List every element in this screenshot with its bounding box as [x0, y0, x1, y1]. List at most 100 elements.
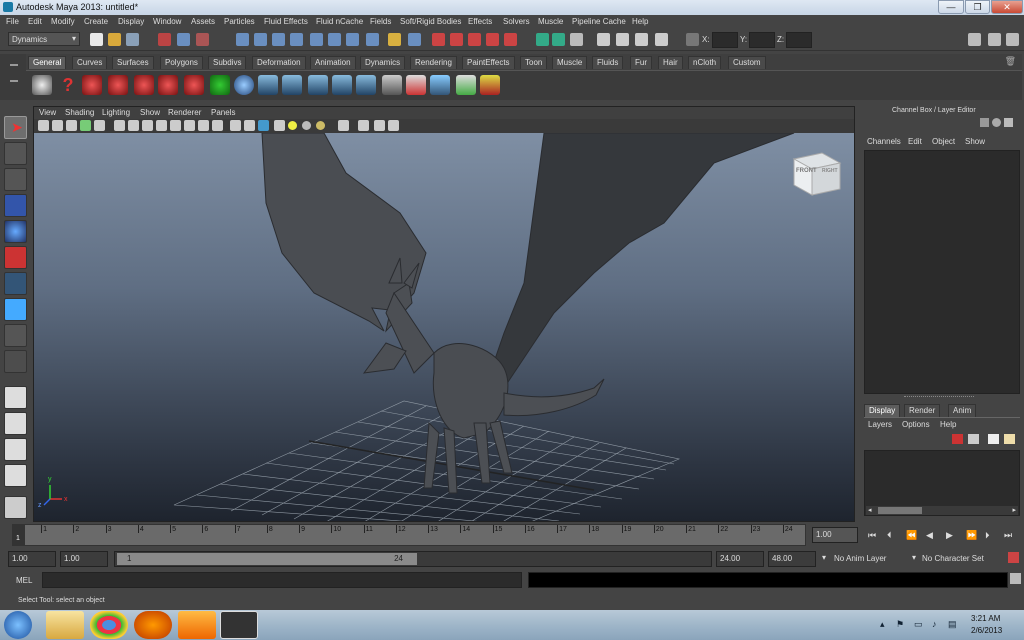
layer-menu-options[interactable]: Options [902, 420, 930, 429]
explorer-taskbar-icon[interactable] [46, 611, 84, 639]
four-view-layout-icon[interactable] [4, 412, 27, 435]
cb-menu-show[interactable]: Show [965, 137, 985, 146]
image-plane-icon[interactable] [80, 120, 91, 131]
scroll-left-icon[interactable]: ◂ [868, 506, 872, 514]
scale-tool-icon[interactable] [4, 246, 27, 269]
mask-handles-icon[interactable] [236, 33, 249, 46]
vp-menu-view[interactable]: View [39, 108, 56, 117]
cb-menu-object[interactable]: Object [932, 137, 955, 146]
select-object-icon[interactable] [177, 33, 190, 46]
tab-rendering[interactable]: Rendering [410, 56, 457, 69]
reel-icon[interactable] [32, 75, 52, 95]
range-slider-track[interactable]: 1 24 [114, 551, 712, 567]
volume-icon[interactable]: ♪ [932, 619, 937, 629]
hypershade-icon[interactable] [655, 33, 668, 46]
vp-menu-shading[interactable]: Shading [65, 108, 94, 117]
select-hierarchy-icon[interactable] [158, 33, 171, 46]
snap-live-icon[interactable] [504, 33, 517, 46]
layer-scrollbar[interactable]: ◂ ▸ [866, 506, 1018, 515]
scroll-thumb[interactable] [878, 507, 922, 514]
animation-end-field[interactable]: 48.00 [768, 551, 816, 567]
maximize-button[interactable]: ❐ [965, 0, 990, 14]
cb-menu-channels[interactable]: Channels [867, 137, 901, 146]
play-backward-icon[interactable]: ◀ [926, 530, 933, 541]
resize-handle[interactable] [904, 396, 974, 398]
vp-menu-lighting[interactable]: Lighting [102, 108, 130, 117]
menu-soft-rigid-bodies[interactable]: Soft/Rigid Bodies [400, 17, 461, 26]
shadows-icon[interactable] [316, 121, 325, 130]
menu-effects[interactable]: Effects [468, 17, 492, 26]
tab-hair[interactable]: Hair [658, 56, 683, 69]
go-to-start-icon[interactable]: ⏮ [868, 530, 876, 541]
outliner-icon[interactable] [430, 75, 450, 95]
paint-brush-icon[interactable] [480, 75, 500, 95]
camera-attributes-icon[interactable] [52, 120, 63, 131]
command-input[interactable] [42, 572, 522, 588]
safe-action-icon[interactable] [184, 120, 195, 131]
menu-fluid-effects[interactable]: Fluid Effects [264, 17, 308, 26]
safe-title-icon[interactable] [198, 120, 209, 131]
timeline-track[interactable]: 1 1 2 3 4 5 6 7 8 9 10 11 12 13 14 15 16 17 18 19 20 21 22 23 2… [12, 524, 806, 546]
mel-label[interactable]: MEL [16, 576, 32, 585]
step-back-key-icon[interactable]: ⏴ [887, 530, 892, 541]
field-chart-icon[interactable] [170, 120, 181, 131]
select-component-icon[interactable] [196, 33, 209, 46]
mask-misc-icon[interactable] [366, 33, 379, 46]
menu-help[interactable]: Help [632, 17, 648, 26]
xray-icon[interactable] [258, 120, 269, 131]
bookmarks-icon[interactable] [66, 120, 77, 131]
resolution-gate-icon[interactable] [142, 120, 153, 131]
menu-display[interactable]: Display [118, 17, 144, 26]
character-set-dropdown[interactable]: No Character Set [922, 554, 984, 563]
wireframe-on-shaded-icon[interactable] [244, 120, 255, 131]
hypershade-layout-icon[interactable] [4, 496, 27, 519]
green-arrow-icon[interactable] [210, 75, 230, 95]
tab-ncloth[interactable]: nCloth [688, 56, 722, 69]
render-settings-icon[interactable] [635, 33, 648, 46]
step-back-frame-icon[interactable]: ⏪ [906, 530, 917, 541]
open-scene-icon[interactable] [108, 33, 121, 46]
output-ops-icon[interactable] [552, 33, 565, 46]
joint-icon[interactable] [282, 75, 302, 95]
grid-toggle-icon[interactable] [114, 120, 125, 131]
go-to-end-icon[interactable]: ⏭ [1004, 530, 1012, 541]
scroll-right-icon[interactable]: ▸ [1012, 506, 1016, 514]
menu-fields[interactable]: Fields [370, 17, 391, 26]
tab-dynamics[interactable]: Dynamics [360, 56, 406, 69]
layer-menu-layers[interactable]: Layers [868, 420, 892, 429]
tab-custom[interactable]: Custom [728, 56, 766, 69]
clock-time[interactable]: 3:21 AM [971, 614, 1000, 623]
rotate-tool-icon[interactable] [4, 220, 27, 243]
menu-muscle[interactable]: Muscle [538, 17, 563, 26]
network-icon[interactable]: ▤ [948, 619, 957, 630]
menu-file[interactable]: File [6, 17, 19, 26]
input-ops-icon[interactable] [536, 33, 549, 46]
menu-window[interactable]: Window [153, 17, 181, 26]
channel-list[interactable] [864, 150, 1020, 394]
new-scene-icon[interactable] [90, 33, 103, 46]
menu-create[interactable]: Create [84, 17, 108, 26]
flag-icon[interactable]: ⚑ [896, 619, 904, 630]
tab-surfaces[interactable]: Surfaces [112, 56, 154, 69]
tab-display[interactable]: Display [864, 404, 901, 417]
perspective-viewport[interactable]: FRONT RIGHT x y z [34, 133, 854, 521]
time-slider[interactable]: 1 1 2 3 4 5 6 7 8 9 10 11 12 13 14 15 16 17 18 19 20 21 22 23 2… [0, 523, 1024, 549]
rotate-tool-icon[interactable] [184, 75, 204, 95]
tab-fluids[interactable]: Fluids [592, 56, 624, 69]
move-up-icon[interactable] [988, 434, 999, 444]
menu-edit[interactable]: Edit [28, 17, 42, 26]
start-button[interactable] [4, 611, 32, 639]
shelf-handle[interactable] [0, 54, 26, 100]
maya-taskbar-icon[interactable] [220, 611, 258, 639]
gate-mask-icon[interactable] [156, 120, 167, 131]
mask-rendering-icon[interactable] [346, 33, 359, 46]
2d-pan-zoom-icon[interactable] [94, 120, 105, 131]
current-time-marker[interactable]: 1 [13, 525, 25, 545]
move-down-icon[interactable] [1004, 434, 1015, 444]
snap-view-plane-icon[interactable] [486, 33, 499, 46]
monitor-icon[interactable]: ▭ [914, 619, 923, 630]
wireframe-icon[interactable] [212, 120, 223, 131]
menu-fluid-ncache[interactable]: Fluid nCache [316, 17, 363, 26]
sphere-icon[interactable] [234, 75, 254, 95]
tab-painteffects[interactable]: PaintEffects [462, 56, 515, 69]
